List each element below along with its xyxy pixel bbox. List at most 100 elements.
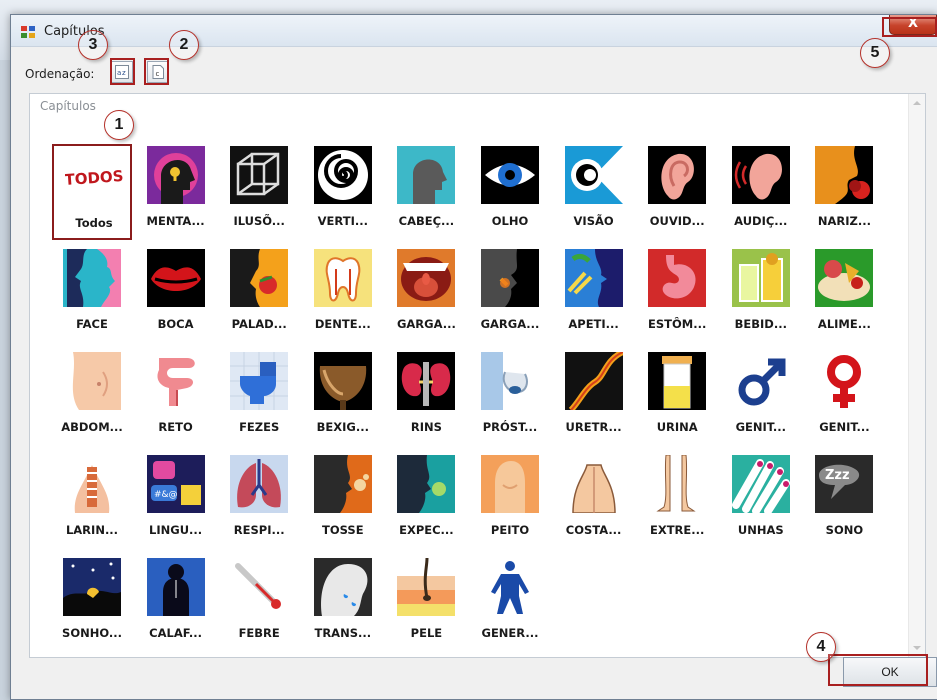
chapter-tile[interactable]: GENER... xyxy=(470,556,550,652)
vertical-scrollbar[interactable] xyxy=(908,94,925,657)
callout-4: 4 xyxy=(806,632,836,662)
chapter-label: PEITO xyxy=(490,523,530,537)
chapter-tile[interactable]: RINS xyxy=(386,350,466,446)
chapter-tile[interactable]: PRÓST... xyxy=(470,350,550,446)
chapter-tile[interactable]: OLHO xyxy=(470,144,550,240)
chapter-tile[interactable]: ABDOM... xyxy=(52,350,132,446)
chapter-label: GENER... xyxy=(481,626,539,640)
chapter-tile[interactable]: GARGA... xyxy=(386,247,466,343)
chapter-tile[interactable]: DENTE... xyxy=(303,247,383,343)
chapter-label: ALIME... xyxy=(817,317,871,331)
hearing-icon xyxy=(731,146,790,204)
callout-5: 5 xyxy=(860,38,890,68)
chapter-tile[interactable]: OUVID... xyxy=(637,144,717,240)
sleep-icon: Zzz xyxy=(815,455,874,513)
chapter-tile[interactable]: FEBRE xyxy=(219,556,299,652)
male-symbol-icon xyxy=(731,352,790,410)
chapter-label: APETI... xyxy=(568,317,619,331)
chapter-tile[interactable]: GENIT... xyxy=(721,350,801,446)
throat-icon xyxy=(397,249,456,307)
chapter-label: TOSSE xyxy=(322,523,364,537)
kidneys-icon xyxy=(397,352,456,410)
chapter-tile[interactable]: ILUSÕ... xyxy=(219,144,299,240)
chapter-tile[interactable]: TRANS... xyxy=(303,556,383,652)
chapter-label: GENIT... xyxy=(735,420,786,434)
chapter-tile[interactable]: NARIZ... xyxy=(804,144,884,240)
chapter-tile[interactable]: APETI... xyxy=(554,247,634,343)
chapter-label: BEBID... xyxy=(734,317,787,331)
stomach-icon xyxy=(648,249,707,307)
chapter-tile[interactable]: FEZES xyxy=(219,350,299,446)
cough-icon xyxy=(313,455,372,513)
scroll-down-icon[interactable] xyxy=(913,646,921,650)
callout-highlight-5 xyxy=(882,17,937,37)
spiral-icon xyxy=(313,146,372,204)
mind-icon xyxy=(146,146,205,204)
taste-icon xyxy=(230,249,289,307)
chapter-tile[interactable]: FACE xyxy=(52,247,132,343)
chapter-tile[interactable]: SONHO... xyxy=(52,556,132,652)
chapter-tile[interactable]: PELE xyxy=(386,556,466,652)
chapter-tile[interactable]: BEBID... xyxy=(721,247,801,343)
chapter-tile[interactable]: VISÃO xyxy=(554,144,634,240)
chapter-tile[interactable]: TOSSE xyxy=(303,453,383,549)
scroll-up-icon[interactable] xyxy=(913,101,921,105)
chapter-label: AUDIÇ... xyxy=(734,214,788,228)
chapter-tile[interactable]: COSTA... xyxy=(554,453,634,549)
chapter-tile[interactable]: AUDIÇ... xyxy=(721,144,801,240)
chapter-tile[interactable]: RESPI... xyxy=(219,453,299,549)
chapter-label: RETO xyxy=(158,420,193,434)
chapter-tile[interactable]: TODOS Todos xyxy=(52,144,132,240)
chapter-tile[interactable]: BEXIG... xyxy=(303,350,383,446)
chapter-label: URETR... xyxy=(565,420,622,434)
chapter-tile[interactable]: BOCA xyxy=(136,247,216,343)
chapter-label: MENTA... xyxy=(146,214,205,228)
eye-icon xyxy=(481,146,539,204)
chapter-label: OLHO xyxy=(491,214,529,228)
callout-3: 3 xyxy=(78,30,108,60)
prostate-icon xyxy=(481,352,539,410)
chapter-tile[interactable]: GENIT... xyxy=(804,350,884,446)
thermometer-icon xyxy=(230,558,289,616)
chapter-tile[interactable]: CALAF... xyxy=(136,556,216,652)
chapter-label: RINS xyxy=(410,420,442,434)
chapter-tile[interactable]: VERTI... xyxy=(303,144,383,240)
chapter-tile[interactable]: MENTA... xyxy=(136,144,216,240)
chapter-label: GARGA... xyxy=(480,317,540,331)
chapter-label: VERTI... xyxy=(317,214,368,228)
chapter-tile[interactable]: ESTÔM... xyxy=(637,247,717,343)
speech-icon: #&@ xyxy=(146,455,205,513)
chapter-tile[interactable]: UNHAS xyxy=(721,453,801,549)
chapter-tile[interactable]: RETO xyxy=(136,350,216,446)
nose-icon xyxy=(815,146,874,204)
chapter-tile[interactable]: EXPEC... xyxy=(386,453,466,549)
svg-text:#&@: #&@ xyxy=(154,490,178,500)
chapter-tile[interactable]: CABEÇ... xyxy=(386,144,466,240)
food-icon xyxy=(815,249,874,307)
chapter-label: OUVID... xyxy=(649,214,705,228)
body-icon xyxy=(481,558,539,616)
bladder-icon xyxy=(313,352,372,410)
chapter-tile[interactable]: GARGA... xyxy=(470,247,550,343)
abdomen-icon xyxy=(63,352,121,410)
urethra-icon xyxy=(564,352,623,410)
chapter-label: FACE xyxy=(76,317,108,331)
chapter-label: PALAD... xyxy=(231,317,287,331)
callout-highlight-2 xyxy=(144,58,169,85)
chapter-tile[interactable]: PALAD... xyxy=(219,247,299,343)
chapter-label: DENTE... xyxy=(314,317,371,331)
lungs-icon xyxy=(230,455,289,513)
chapter-tile[interactable]: PEITO xyxy=(470,453,550,549)
chapter-label: CABEÇ... xyxy=(398,214,455,228)
chapter-tile[interactable]: EXTRE... xyxy=(637,453,717,549)
chapter-tile[interactable]: #&@ LINGU... xyxy=(136,453,216,549)
chapter-tile[interactable]: URINA xyxy=(637,350,717,446)
chapter-tile[interactable]: URETR... xyxy=(554,350,634,446)
chest-icon xyxy=(481,455,539,513)
chapter-tile[interactable]: LARIN... xyxy=(52,453,132,549)
callout-highlight-3 xyxy=(110,58,135,85)
chapter-label: Todos xyxy=(75,216,113,230)
head-icon xyxy=(397,146,456,204)
chapter-tile[interactable]: ALIME... xyxy=(804,247,884,343)
chapter-tile[interactable]: Zzz SONO xyxy=(804,453,884,549)
